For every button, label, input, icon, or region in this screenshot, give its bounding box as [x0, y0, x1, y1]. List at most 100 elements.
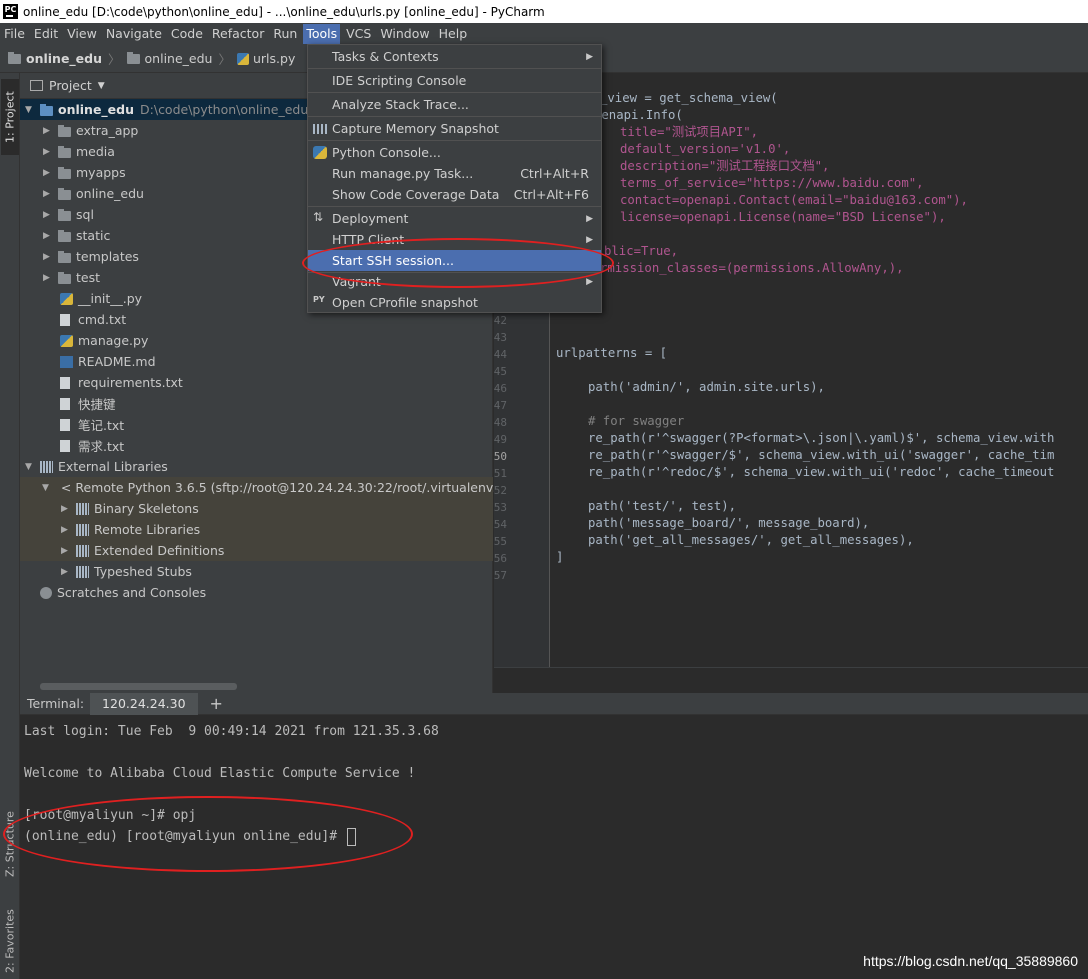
folder-icon: [58, 250, 71, 263]
code-line: re_path(r'^swagger(?P<format>\.json|\.ya…: [588, 431, 1055, 445]
tree-remote-python[interactable]: ▼ < Remote Python 3.6.5 (sftp://root@120.…: [20, 477, 520, 498]
menu-help[interactable]: Help: [436, 24, 471, 44]
folder-icon: [58, 229, 71, 242]
submenu-arrow-icon: ▶: [586, 51, 593, 62]
submenu-arrow-icon: ▶: [586, 276, 593, 287]
menu-item-tasks-contexts[interactable]: Tasks & Contexts ▶: [308, 46, 601, 67]
text-file-icon: [60, 313, 70, 326]
code-line: path('test/', test),: [588, 499, 737, 513]
project-icon: [30, 80, 43, 91]
add-terminal-icon[interactable]: +: [210, 694, 223, 713]
code-line: _view = get_schema_view(: [600, 91, 778, 105]
tool-tab-favorites[interactable]: 2: Favorites: [1, 903, 19, 979]
tool-tab-project[interactable]: 1: Project: [1, 79, 19, 155]
watermark: https://blog.csdn.net/qq_35889860: [863, 953, 1078, 969]
menu-item-python-console[interactable]: Python Console...: [308, 142, 601, 163]
line-number: 47: [493, 399, 507, 412]
python-file-icon: [236, 52, 249, 65]
library-icon: [76, 565, 89, 578]
tree-external-libraries[interactable]: ▼ External Libraries: [20, 456, 493, 477]
terminal-label: Terminal:: [27, 696, 85, 711]
menu-refactor[interactable]: Refactor: [209, 24, 267, 44]
tree-file[interactable]: requirements.txt: [20, 372, 493, 393]
menu-file[interactable]: File: [1, 24, 28, 44]
annotation-oval-terminal: [3, 796, 413, 872]
tree-scratches[interactable]: Scratches and Consoles: [20, 582, 493, 603]
tree-file[interactable]: 需求.txt: [20, 435, 493, 456]
menu-run[interactable]: Run: [270, 24, 300, 44]
code-line: urlpatterns = [: [556, 346, 668, 360]
menu-item-analyze-stack-trace[interactable]: Analyze Stack Trace...: [308, 94, 601, 115]
terminal-line: Last login: Tue Feb 9 00:49:14 2021 from…: [24, 724, 439, 739]
pycharm-logo-icon: PC: [3, 4, 18, 19]
tree-file[interactable]: 笔记.txt: [20, 414, 493, 435]
code-line: terms_of_service="https://www.baidu.com"…: [620, 176, 924, 190]
breadcrumb-file[interactable]: urls.py: [236, 51, 295, 66]
library-icon: [76, 502, 89, 515]
code-line: license=openapi.License(name="BSD Licens…: [620, 210, 946, 224]
line-number: 44: [493, 348, 507, 361]
line-number: 57: [493, 569, 507, 582]
menu-item-run-manage-task[interactable]: Run manage.py Task... Ctrl+Alt+R: [308, 163, 601, 184]
line-number: 49: [493, 433, 507, 446]
python-console-icon: [313, 146, 327, 159]
line-number: 56: [493, 552, 507, 565]
chevron-down-icon: ▼: [97, 80, 105, 91]
text-file-icon: [60, 439, 70, 452]
code-line: path('message_board/', message_board),: [588, 516, 870, 530]
folder-icon: [58, 271, 71, 284]
folder-icon: [58, 124, 71, 137]
breadcrumb-project[interactable]: online_edu: [8, 51, 102, 66]
submenu-arrow-icon: ▶: [586, 234, 593, 245]
code-line: contact=openapi.Contact(email="baidu@163…: [620, 193, 968, 207]
tree-library-item[interactable]: ▶ Remote Libraries: [20, 519, 493, 540]
pycharm-window: PC online_edu [D:\code\python\online_edu…: [0, 0, 1088, 979]
library-icon: [76, 523, 89, 536]
menu-tools[interactable]: Tools: [303, 24, 341, 44]
editor-status-strip: [494, 667, 1088, 693]
line-number: 52: [493, 484, 507, 497]
menu-item-show-code-coverage[interactable]: Show Code Coverage Data Ctrl+Alt+F6: [308, 184, 601, 205]
annotation-oval-ssh: [302, 238, 614, 288]
menu-item-deployment[interactable]: ⇅ Deployment ▶: [308, 208, 601, 229]
menu-edit[interactable]: Edit: [31, 24, 61, 44]
tree-file[interactable]: 快捷键: [20, 393, 493, 414]
folder-icon: [8, 51, 21, 64]
code-line: # for swagger: [588, 414, 685, 428]
code-line: re_path(r'^swagger/$', schema_view.with_…: [588, 448, 1055, 462]
menu-bar: File Edit View Navigate Code Refactor Ru…: [0, 23, 1088, 45]
menu-item-ide-scripting-console[interactable]: IDE Scripting Console: [308, 70, 601, 91]
deployment-arrows-icon: ⇅: [313, 210, 324, 224]
project-horizontal-scrollbar[interactable]: [40, 683, 237, 690]
folder-icon: [58, 187, 71, 200]
code-line: blic=True,: [604, 244, 679, 258]
menu-navigate[interactable]: Navigate: [103, 24, 165, 44]
folder-icon: [58, 145, 71, 158]
markdown-file-icon: [60, 355, 73, 368]
library-icon: [40, 460, 53, 473]
tree-library-item[interactable]: ▶ Binary Skeletons: [20, 498, 493, 519]
scratches-icon: [40, 586, 52, 599]
menu-window[interactable]: Window: [377, 24, 432, 44]
folder-icon: [58, 208, 71, 221]
menu-item-open-cprofile-snapshot[interactable]: PY Open CProfile snapshot: [308, 292, 601, 313]
terminal-tab-ssh[interactable]: 120.24.24.30: [90, 692, 198, 715]
menu-view[interactable]: View: [64, 24, 100, 44]
folder-icon: [58, 166, 71, 179]
menu-item-capture-memory-snapshot[interactable]: Capture Memory Snapshot: [308, 118, 601, 139]
tree-library-item[interactable]: ▶ Typeshed Stubs: [20, 561, 493, 582]
code-line: rmission_classes=(permissions.AllowAny,)…: [600, 261, 904, 275]
library-icon: [76, 544, 89, 557]
line-number: 54: [493, 518, 507, 531]
menu-code[interactable]: Code: [168, 24, 206, 44]
breadcrumb-package[interactable]: online_edu: [126, 51, 212, 66]
line-number: 45: [493, 365, 507, 378]
code-line: penapi.Info(: [594, 108, 683, 122]
tree-library-item[interactable]: ▶ Extended Definitions: [20, 540, 493, 561]
text-file-icon: [60, 418, 70, 431]
code-line: description="测试工程接口文档",: [620, 159, 830, 173]
line-number: 48: [493, 416, 507, 429]
tree-file[interactable]: manage.py: [20, 330, 493, 351]
tree-file[interactable]: README.md: [20, 351, 493, 372]
menu-vcs[interactable]: VCS: [343, 24, 374, 44]
